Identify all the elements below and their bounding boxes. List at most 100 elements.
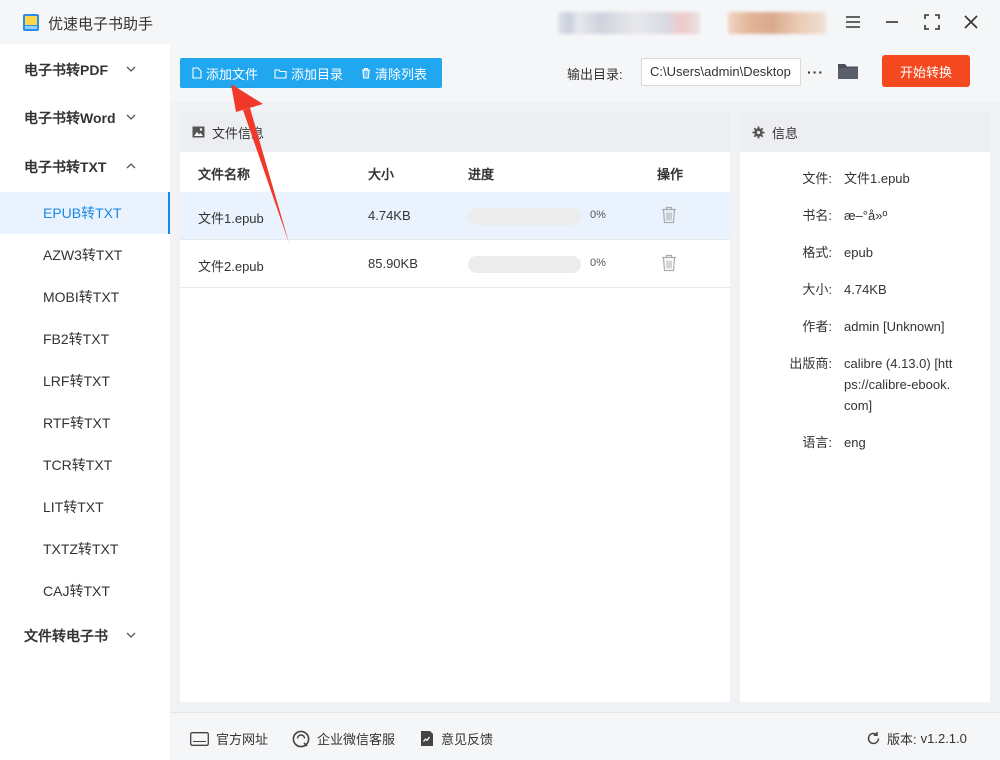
file-size: 85.90KB (368, 256, 418, 271)
app-logo-icon (23, 14, 39, 31)
sidebar-item-label: LRF转TXT (43, 373, 110, 389)
file-name: 文件1.epub (198, 211, 264, 226)
sidebar-item-label: MOBI转TXT (43, 289, 120, 305)
sidebar-item-azw3-txt[interactable]: AZW3转TXT (0, 234, 170, 276)
menu-icon[interactable] (841, 10, 865, 34)
start-convert-button[interactable]: 开始转换 (882, 55, 970, 87)
website-label: 官方网址 (216, 732, 269, 747)
sidebar-group-txt[interactable]: 电子书转TXT (0, 143, 170, 191)
sidebar-item-label: TXTZ转TXT (43, 541, 119, 557)
info-panel-title: 信息 (772, 125, 799, 141)
delete-icon[interactable] (661, 206, 677, 224)
sidebar: 电子书转PDF 电子书转Word 电子书转TXT EPUB转TXT AZW3转T… (0, 44, 170, 760)
file-panel-title: 文件信息 (212, 125, 265, 141)
add-file-label: 添加文件 (206, 66, 259, 82)
info-label: 格式: (802, 245, 832, 260)
file-name: 文件2.epub (198, 259, 264, 274)
sidebar-item-txtz-txt[interactable]: TXTZ转TXT (0, 528, 170, 570)
feedback-link[interactable]: 意见反馈 (420, 729, 493, 748)
chevron-down-icon (126, 632, 136, 638)
info-value: epub (844, 245, 873, 260)
trash-icon (362, 67, 371, 79)
version-number: v1.2.1.0 (920, 731, 967, 746)
close-icon[interactable] (959, 10, 983, 34)
chat-icon (292, 730, 310, 747)
column-header-size: 大小 (368, 167, 395, 182)
output-directory-label: 输出目录: (567, 67, 623, 82)
info-label: 作者: (802, 319, 832, 334)
sidebar-item-mobi-txt[interactable]: MOBI转TXT (0, 276, 170, 318)
add-directory-label: 添加目录 (291, 66, 344, 82)
sidebar-item-rtf-txt[interactable]: RTF转TXT (0, 402, 170, 444)
chevron-down-icon (126, 66, 136, 72)
sidebar-item-lrf-txt[interactable]: LRF转TXT (0, 360, 170, 402)
info-value: 4.74KB (844, 282, 887, 297)
column-header-progress: 进度 (468, 167, 495, 182)
blurred-user-info (558, 12, 700, 34)
info-label: 出版商: (789, 356, 832, 371)
clear-list-label: 清除列表 (375, 66, 428, 82)
info-label: 大小: (802, 282, 832, 297)
toolbar: 添加文件 添加目录 清除列表 输出目录: C:\Users\admin\Desk… (170, 44, 1000, 102)
sidebar-item-caj-txt[interactable]: CAJ转TXT (0, 570, 170, 612)
info-label: 语言: (802, 435, 832, 450)
wechat-service-label: 企业微信客服 (317, 732, 396, 747)
sidebar-item-epub-txt[interactable]: EPUB转TXT (0, 192, 170, 234)
info-panel: 信息 文件: 文件1.epub 书名: æ–°å»º 格式: epub 大小: … (740, 112, 990, 702)
progress-bar (468, 256, 581, 273)
info-value: eng (844, 435, 866, 450)
version-info: 版本: v1.2.1.0 (866, 729, 967, 748)
sidebar-item-label: CAJ转TXT (43, 583, 110, 599)
sidebar-item-label: LIT转TXT (43, 499, 104, 515)
refresh-icon[interactable] (866, 731, 881, 746)
blurred-avatar (728, 12, 826, 34)
info-value: calibre (4.13.0) [https://calibre-ebook.… (844, 356, 953, 413)
title-bar: 优速电子书助手 (0, 0, 1000, 44)
sidebar-group-label: 电子书转TXT (24, 159, 107, 175)
version-label: 版本: (887, 732, 917, 747)
feedback-icon (421, 731, 433, 746)
progress-percent: 0% (590, 257, 606, 269)
file-list-panel: 文件信息 文件名称 大小 进度 操作 文件1.epub 4.74KB 0% 文件… (180, 112, 730, 702)
sidebar-group-label: 电子书转PDF (24, 62, 108, 78)
delete-icon[interactable] (661, 254, 677, 272)
sidebar-item-lit-txt[interactable]: LIT转TXT (0, 486, 170, 528)
chevron-down-icon (126, 114, 136, 120)
clear-list-button[interactable]: 清除列表 (361, 58, 427, 88)
table-row[interactable]: 文件2.epub 85.90KB 0% (180, 240, 730, 288)
image-icon (192, 126, 205, 138)
folder-outline-icon (274, 68, 287, 79)
column-header-action: 操作 (657, 167, 684, 182)
chevron-up-icon (126, 163, 136, 169)
sidebar-item-fb2-txt[interactable]: FB2转TXT (0, 318, 170, 360)
file-actions-group: 添加文件 添加目录 清除列表 (180, 58, 442, 88)
table-row[interactable]: 文件1.epub 4.74KB 0% (180, 192, 730, 240)
maximize-icon[interactable] (920, 10, 944, 34)
table-header: 文件名称 大小 进度 操作 (180, 152, 730, 192)
column-header-name: 文件名称 (198, 167, 251, 182)
website-icon (190, 731, 209, 746)
file-panel-header: 文件信息 (180, 112, 730, 152)
sidebar-item-label: FB2转TXT (43, 331, 110, 347)
sidebar-item-tcr-txt[interactable]: TCR转TXT (0, 444, 170, 486)
more-options-button[interactable]: ··· (807, 64, 824, 80)
app-title: 优速电子书助手 (48, 16, 154, 33)
sidebar-group-pdf[interactable]: 电子书转PDF (0, 46, 170, 94)
feedback-label: 意见反馈 (441, 732, 494, 747)
website-link[interactable]: 官方网址 (190, 729, 268, 748)
output-directory-field[interactable]: C:\Users\admin\Desktop (641, 58, 801, 86)
sidebar-group-word[interactable]: 电子书转Word (0, 94, 170, 142)
wechat-service-link[interactable]: 企业微信客服 (292, 729, 395, 748)
footer: 官方网址 企业微信客服 意见反馈 版本: v1.2.1.0 (170, 712, 1000, 760)
sidebar-item-label: EPUB转TXT (43, 205, 122, 221)
file-icon (192, 67, 202, 79)
add-directory-button[interactable]: 添加目录 (274, 58, 343, 88)
sidebar-item-label: RTF转TXT (43, 415, 111, 431)
info-value: admin [Unknown] (844, 319, 945, 334)
folder-icon[interactable] (837, 62, 859, 80)
progress-bar (468, 208, 581, 225)
add-file-button[interactable]: 添加文件 (192, 58, 258, 88)
sidebar-group-ebook[interactable]: 文件转电子书 (0, 612, 170, 660)
file-size: 4.74KB (368, 208, 411, 223)
minimize-icon[interactable] (880, 10, 904, 34)
